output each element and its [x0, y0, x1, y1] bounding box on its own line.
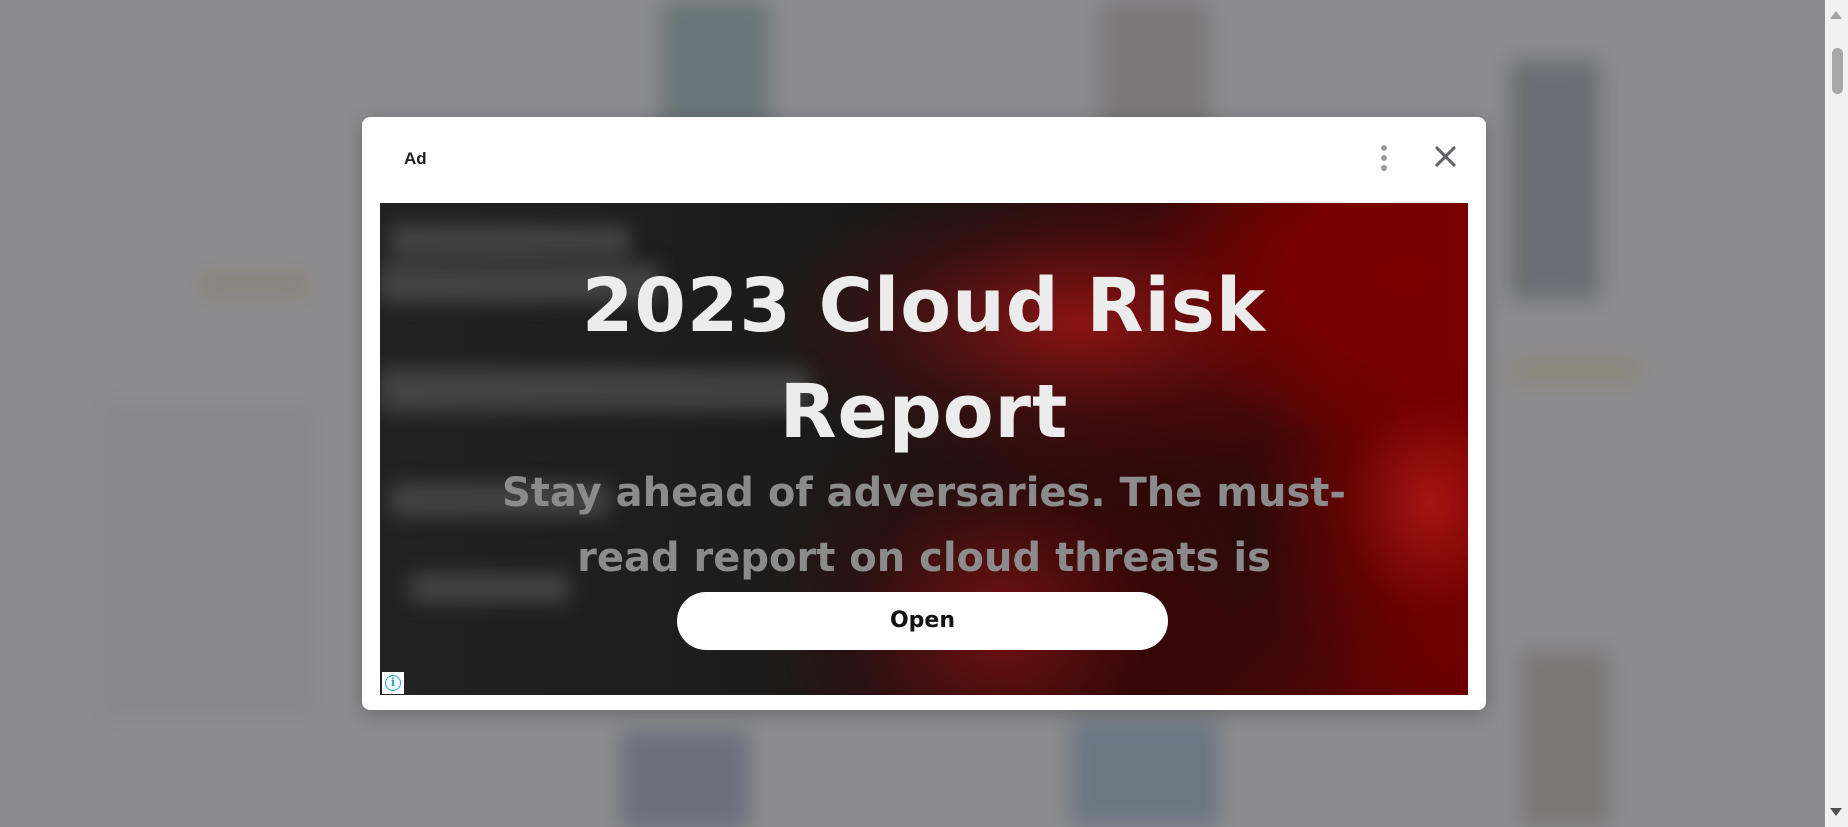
- open-button[interactable]: Open: [677, 592, 1168, 650]
- ad-headline: 2023 Cloud Risk Report: [380, 253, 1468, 465]
- close-button[interactable]: [1428, 139, 1462, 173]
- adchoices-button[interactable]: i: [382, 672, 404, 694]
- three-dots-vertical-icon: [1381, 165, 1387, 171]
- info-circle-icon: i: [385, 675, 401, 691]
- scroll-down-arrow-icon[interactable]: [1830, 808, 1842, 816]
- page-scrollbar[interactable]: [1825, 0, 1848, 827]
- ad-creative[interactable]: 2023 Cloud Risk Report Stay ahead of adv…: [380, 203, 1468, 695]
- ad-headline-line: Report: [779, 369, 1069, 455]
- scroll-up-arrow-icon[interactable]: [1830, 11, 1842, 19]
- three-dots-vertical-icon: [1381, 155, 1387, 161]
- page: Ad 2023 Cloud Risk Report Stay ahead of …: [0, 0, 1848, 827]
- ad-subtext: Stay ahead of adversaries. The must-read…: [501, 470, 1346, 581]
- scrollbar-thumb[interactable]: [1832, 48, 1843, 94]
- ad-modal: Ad 2023 Cloud Risk Report Stay ahead of …: [362, 117, 1486, 710]
- ad-headline-line: 2023 Cloud Risk: [581, 263, 1267, 349]
- more-options-button[interactable]: [1372, 141, 1396, 175]
- ad-label: Ad: [404, 149, 427, 168]
- three-dots-vertical-icon: [1381, 145, 1387, 151]
